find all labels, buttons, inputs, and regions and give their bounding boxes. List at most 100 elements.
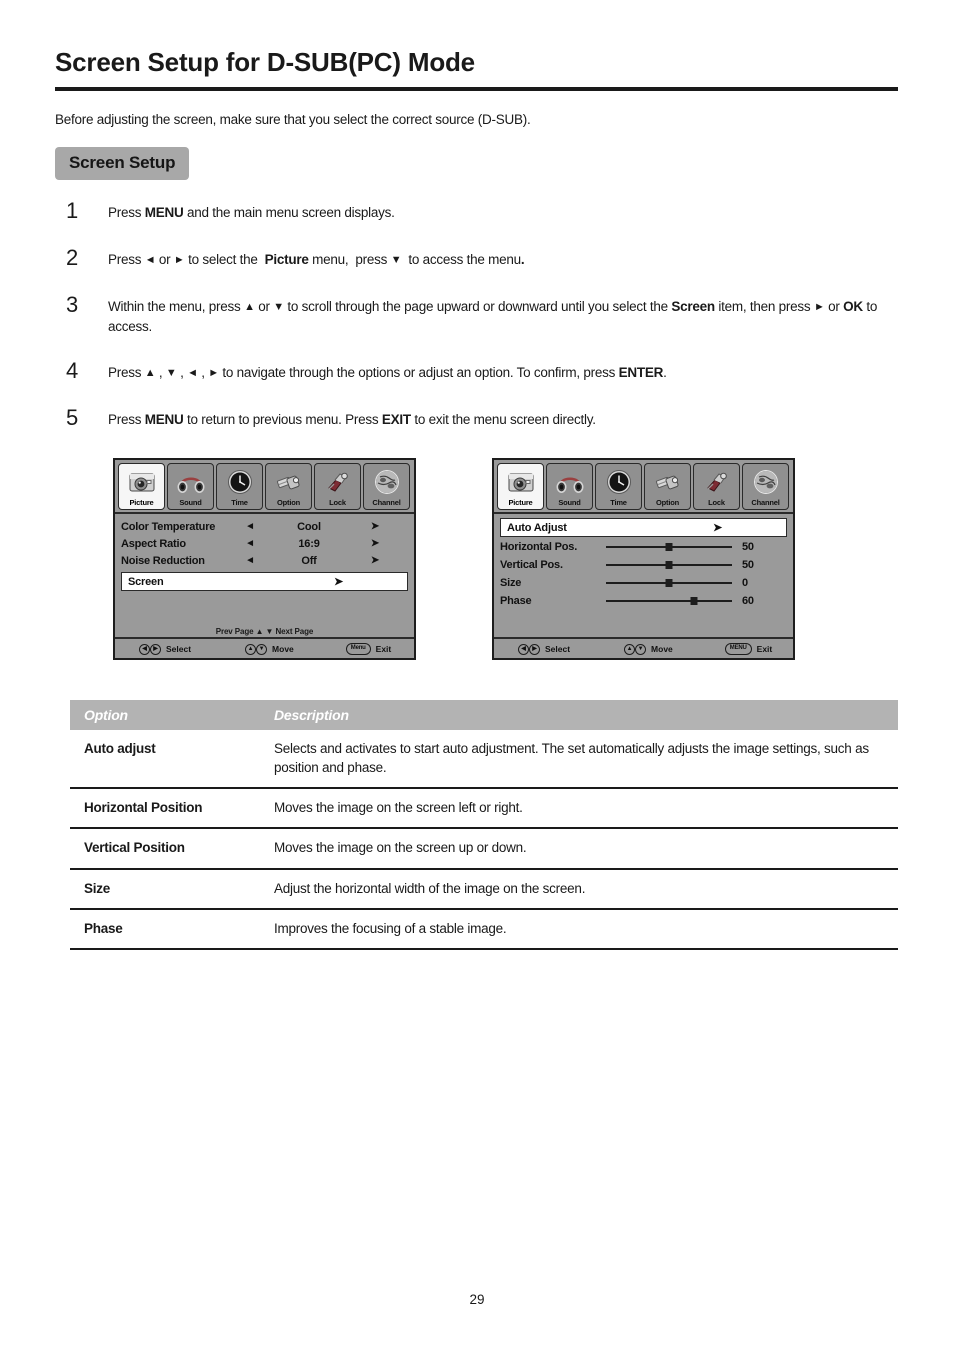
step-4: 4 Press ▲ , ▼ , ◄ , ► to navigate through… — [62, 357, 902, 385]
manual-page: Screen Setup for D-SUB(PC) Mode Before a… — [0, 0, 954, 1350]
osd-tab-lock[interactable]: Lock — [314, 463, 361, 510]
osd-slider-row[interactable]: Phase 60 — [500, 592, 787, 609]
column-header-option: Option — [70, 700, 260, 730]
up-arrow-key-icon: ▲ — [245, 644, 257, 655]
right-arrow-key-icon: ▶ — [150, 644, 161, 655]
osd-footer-screen: ◀ ▶ Select ▲ ▼ Move MENU Exit — [494, 637, 793, 658]
osd-tab-channel[interactable]: Channel — [742, 463, 789, 510]
globe-icon — [364, 466, 409, 498]
table-row: Phase Improves the focusing of a stable i… — [70, 907, 898, 950]
step-number: 4 — [66, 357, 79, 383]
osd-footer-move: ▲ ▼ Move — [245, 642, 294, 655]
osd-slider[interactable] — [606, 595, 732, 607]
right-arrow-key-icon: ▶ — [529, 644, 540, 655]
osd-tab-channel[interactable]: Channel — [363, 463, 410, 510]
padlock-icon — [315, 466, 360, 498]
osd-slider-row[interactable]: Horizontal Pos. 50 — [500, 538, 787, 555]
table-row: Size Adjust the horizontal width of the i… — [70, 867, 898, 909]
step-text: Press ▲ , ▼ , ◄ , ► to navigate through … — [108, 364, 667, 380]
osd-slider[interactable] — [606, 577, 732, 589]
table-cell-description: Moves the image on the screen left or ri… — [260, 787, 898, 829]
osd-slider-label: Vertical Pos. — [500, 558, 563, 571]
clock-icon — [217, 466, 262, 498]
right-arrow-icon[interactable]: ➤ — [355, 538, 395, 549]
osd-slider[interactable] — [606, 559, 732, 571]
osd-footer-move: ▲ ▼ Move — [624, 642, 673, 655]
option-description-table: Option Description Auto adjust Selects an… — [70, 700, 898, 950]
osd-tab-picture[interactable]: Picture — [497, 463, 544, 510]
osd-tab-label: Time — [231, 498, 248, 507]
osd-screen-sliders: Horizontal Pos. 50 Vertical Pos. 50 Size 0 Pha… — [500, 538, 787, 609]
osd-tab-option[interactable]: Option — [265, 463, 312, 510]
menu-key-icon: MENU — [724, 642, 752, 655]
osd-footer-select: ◀ ▶ Select — [139, 642, 191, 655]
step-1: 1 Press MENU and the main menu screen dis… — [62, 199, 902, 225]
osd-footer-exit: MENU Exit — [724, 642, 773, 655]
osd-slider-value: 50 — [742, 558, 754, 571]
table-cell-description: Moves the image on the screen up or down… — [260, 827, 898, 869]
osd-footer-picture: ◀ ▶ Select ▲ ▼ Move Menu Exit — [115, 637, 414, 658]
right-arrow-icon[interactable]: ➤ — [355, 521, 395, 532]
osd-slider-value: 0 — [742, 576, 748, 589]
osd-tab-label: Option — [277, 498, 300, 507]
left-arrow-key-icon: ◀ — [518, 644, 529, 655]
table-cell-description: Improves the focusing of a stable image. — [260, 907, 898, 950]
osd-tab-label: Option — [656, 498, 679, 507]
osd-row-value: Cool — [297, 520, 321, 533]
osd-footer-exit: Menu Exit — [345, 642, 392, 655]
step-2: 2 Press ◄ or ► to select the Picture menu… — [62, 246, 902, 272]
osd-row[interactable]: Color Temperature ◄ Cool ➤ — [121, 518, 408, 535]
padlock-icon — [694, 466, 739, 498]
osd-slider-thumb[interactable] — [665, 578, 673, 587]
osd-slider-label: Horizontal Pos. — [500, 540, 578, 553]
section-badge: Screen Setup — [55, 147, 190, 180]
osd-slider[interactable] — [606, 541, 732, 553]
osd-footer-select-label: Select — [545, 643, 571, 654]
page-header: Screen Setup for D-SUB(PC) Mode — [55, 48, 898, 91]
osd-tab-lock[interactable]: Lock — [693, 463, 740, 510]
osd-slider-label: Phase — [500, 594, 532, 607]
select-keys-icon: ◀ ▶ — [518, 642, 540, 655]
intro-text: Before adjusting the screen, make sure t… — [55, 112, 531, 127]
left-arrow-icon[interactable]: ◄ — [237, 521, 263, 532]
menu-key-icon: Menu — [345, 642, 371, 655]
step-5: 5 Press MENU to return to previous menu. … — [62, 404, 902, 432]
osd-row-auto-adjust[interactable]: Auto Adjust ➤ — [500, 518, 787, 537]
osd-slider-thumb[interactable] — [665, 560, 673, 569]
osd-row[interactable]: Aspect Ratio ◄ 16:9 ➤ — [121, 535, 408, 552]
osd-footer-exit-label: Exit — [375, 643, 392, 654]
globe-icon — [743, 466, 788, 498]
page-title: Screen Setup for D-SUB(PC) Mode — [55, 47, 475, 77]
osd-slider-row[interactable]: Size 0 — [500, 574, 787, 591]
table-cell-option: Phase — [70, 907, 260, 950]
osd-page-hint: Prev Page ▲ ▼ Next Page — [215, 627, 314, 636]
osd-row-label: Color Temperature — [121, 520, 216, 533]
chevron-right-icon: ➤ — [712, 522, 722, 534]
osd-row-auto-adjust-label: Auto Adjust — [507, 521, 567, 534]
osd-tab-sound[interactable]: Sound — [167, 463, 214, 510]
osd-tab-time[interactable]: Time — [216, 463, 263, 510]
osd-slider-thumb[interactable] — [690, 596, 698, 605]
osd-tab-picture[interactable]: Picture — [118, 463, 165, 510]
osd-tab-time[interactable]: Time — [595, 463, 642, 510]
table-row: Horizontal Position Moves the image on th… — [70, 787, 898, 829]
right-arrow-icon[interactable]: ➤ — [355, 555, 395, 566]
osd-slider-value: 50 — [742, 540, 754, 553]
column-header-description: Description — [260, 700, 898, 730]
osd-tabbar-screen: Picture Sound Time Option Lock Channel — [494, 460, 793, 510]
step-text: Press MENU and the main menu screen disp… — [108, 205, 395, 220]
osd-footer-exit-label: Exit — [756, 643, 773, 654]
osd-tab-label: Picture — [129, 498, 154, 507]
osd-row-screen[interactable]: Screen ➤ — [121, 572, 408, 591]
table-header-row: Option Description — [70, 700, 898, 730]
osd-row[interactable]: Noise Reduction ◄ Off ➤ — [121, 552, 408, 569]
left-arrow-icon[interactable]: ◄ — [237, 538, 263, 549]
left-arrow-icon[interactable]: ◄ — [237, 555, 263, 566]
osd-tab-option[interactable]: Option — [644, 463, 691, 510]
osd-slider-row[interactable]: Vertical Pos. 50 — [500, 556, 787, 573]
osd-tab-label: Sound — [558, 498, 581, 507]
osd-footer-move-label: Move — [272, 643, 294, 654]
step-number: 5 — [66, 404, 79, 430]
osd-slider-thumb[interactable] — [665, 542, 673, 551]
osd-tab-sound[interactable]: Sound — [546, 463, 593, 510]
